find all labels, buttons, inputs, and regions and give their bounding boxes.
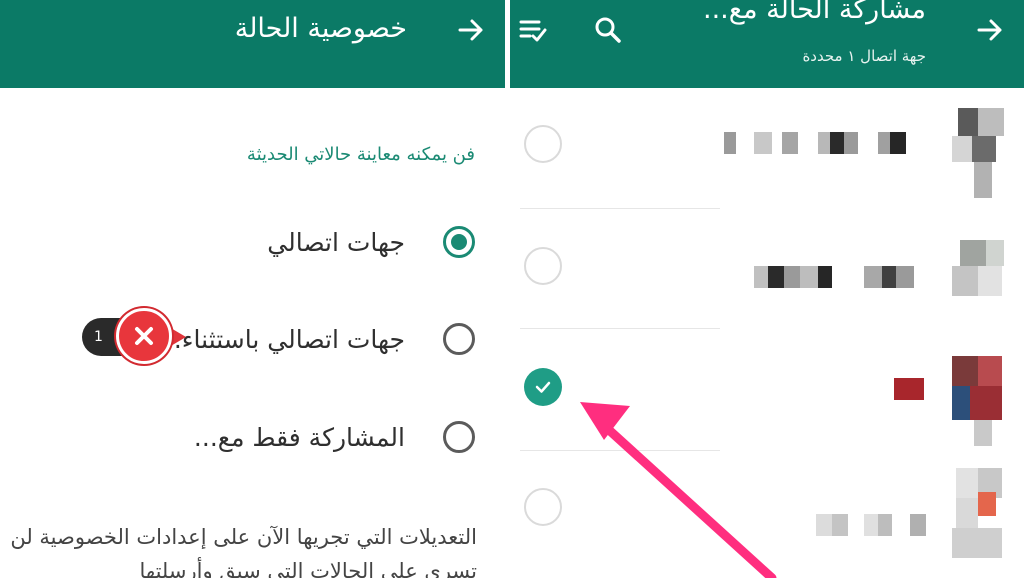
app-bar: خصوصية الحالة xyxy=(0,0,505,88)
annotation-badge: 1 xyxy=(82,306,194,368)
option-label: جهات اتصالي xyxy=(267,227,405,257)
radio-unselected[interactable] xyxy=(443,323,475,355)
page-title: خصوصية الحالة xyxy=(234,13,407,44)
option-only-share-with[interactable]: المشاركة فقط مع... xyxy=(55,412,475,462)
radio-unselected[interactable] xyxy=(443,421,475,453)
status-privacy-screen: خصوصية الحالة فن يمكنه معاينة حالاتي الح… xyxy=(0,0,505,578)
privacy-note: التعديلات التي تجريها الآن على إعدادات ا… xyxy=(10,525,477,578)
radio-selected[interactable] xyxy=(443,226,475,258)
arrow-right-icon xyxy=(458,19,483,41)
back-button[interactable] xyxy=(454,13,488,47)
option-my-contacts[interactable]: جهات اتصالي xyxy=(55,217,475,267)
option-label: جهات اتصالي باستثناء... xyxy=(157,324,405,354)
annotation-arrow-icon xyxy=(580,402,777,578)
share-status-screen: مشاركة الحالة مع... جهة اتصال ١ محددة xyxy=(510,0,1024,578)
close-x-icon xyxy=(116,308,172,364)
section-title: فن يمكنه معاينة حالاتي الحديثة xyxy=(246,144,475,165)
option-label: المشاركة فقط مع... xyxy=(193,422,405,452)
